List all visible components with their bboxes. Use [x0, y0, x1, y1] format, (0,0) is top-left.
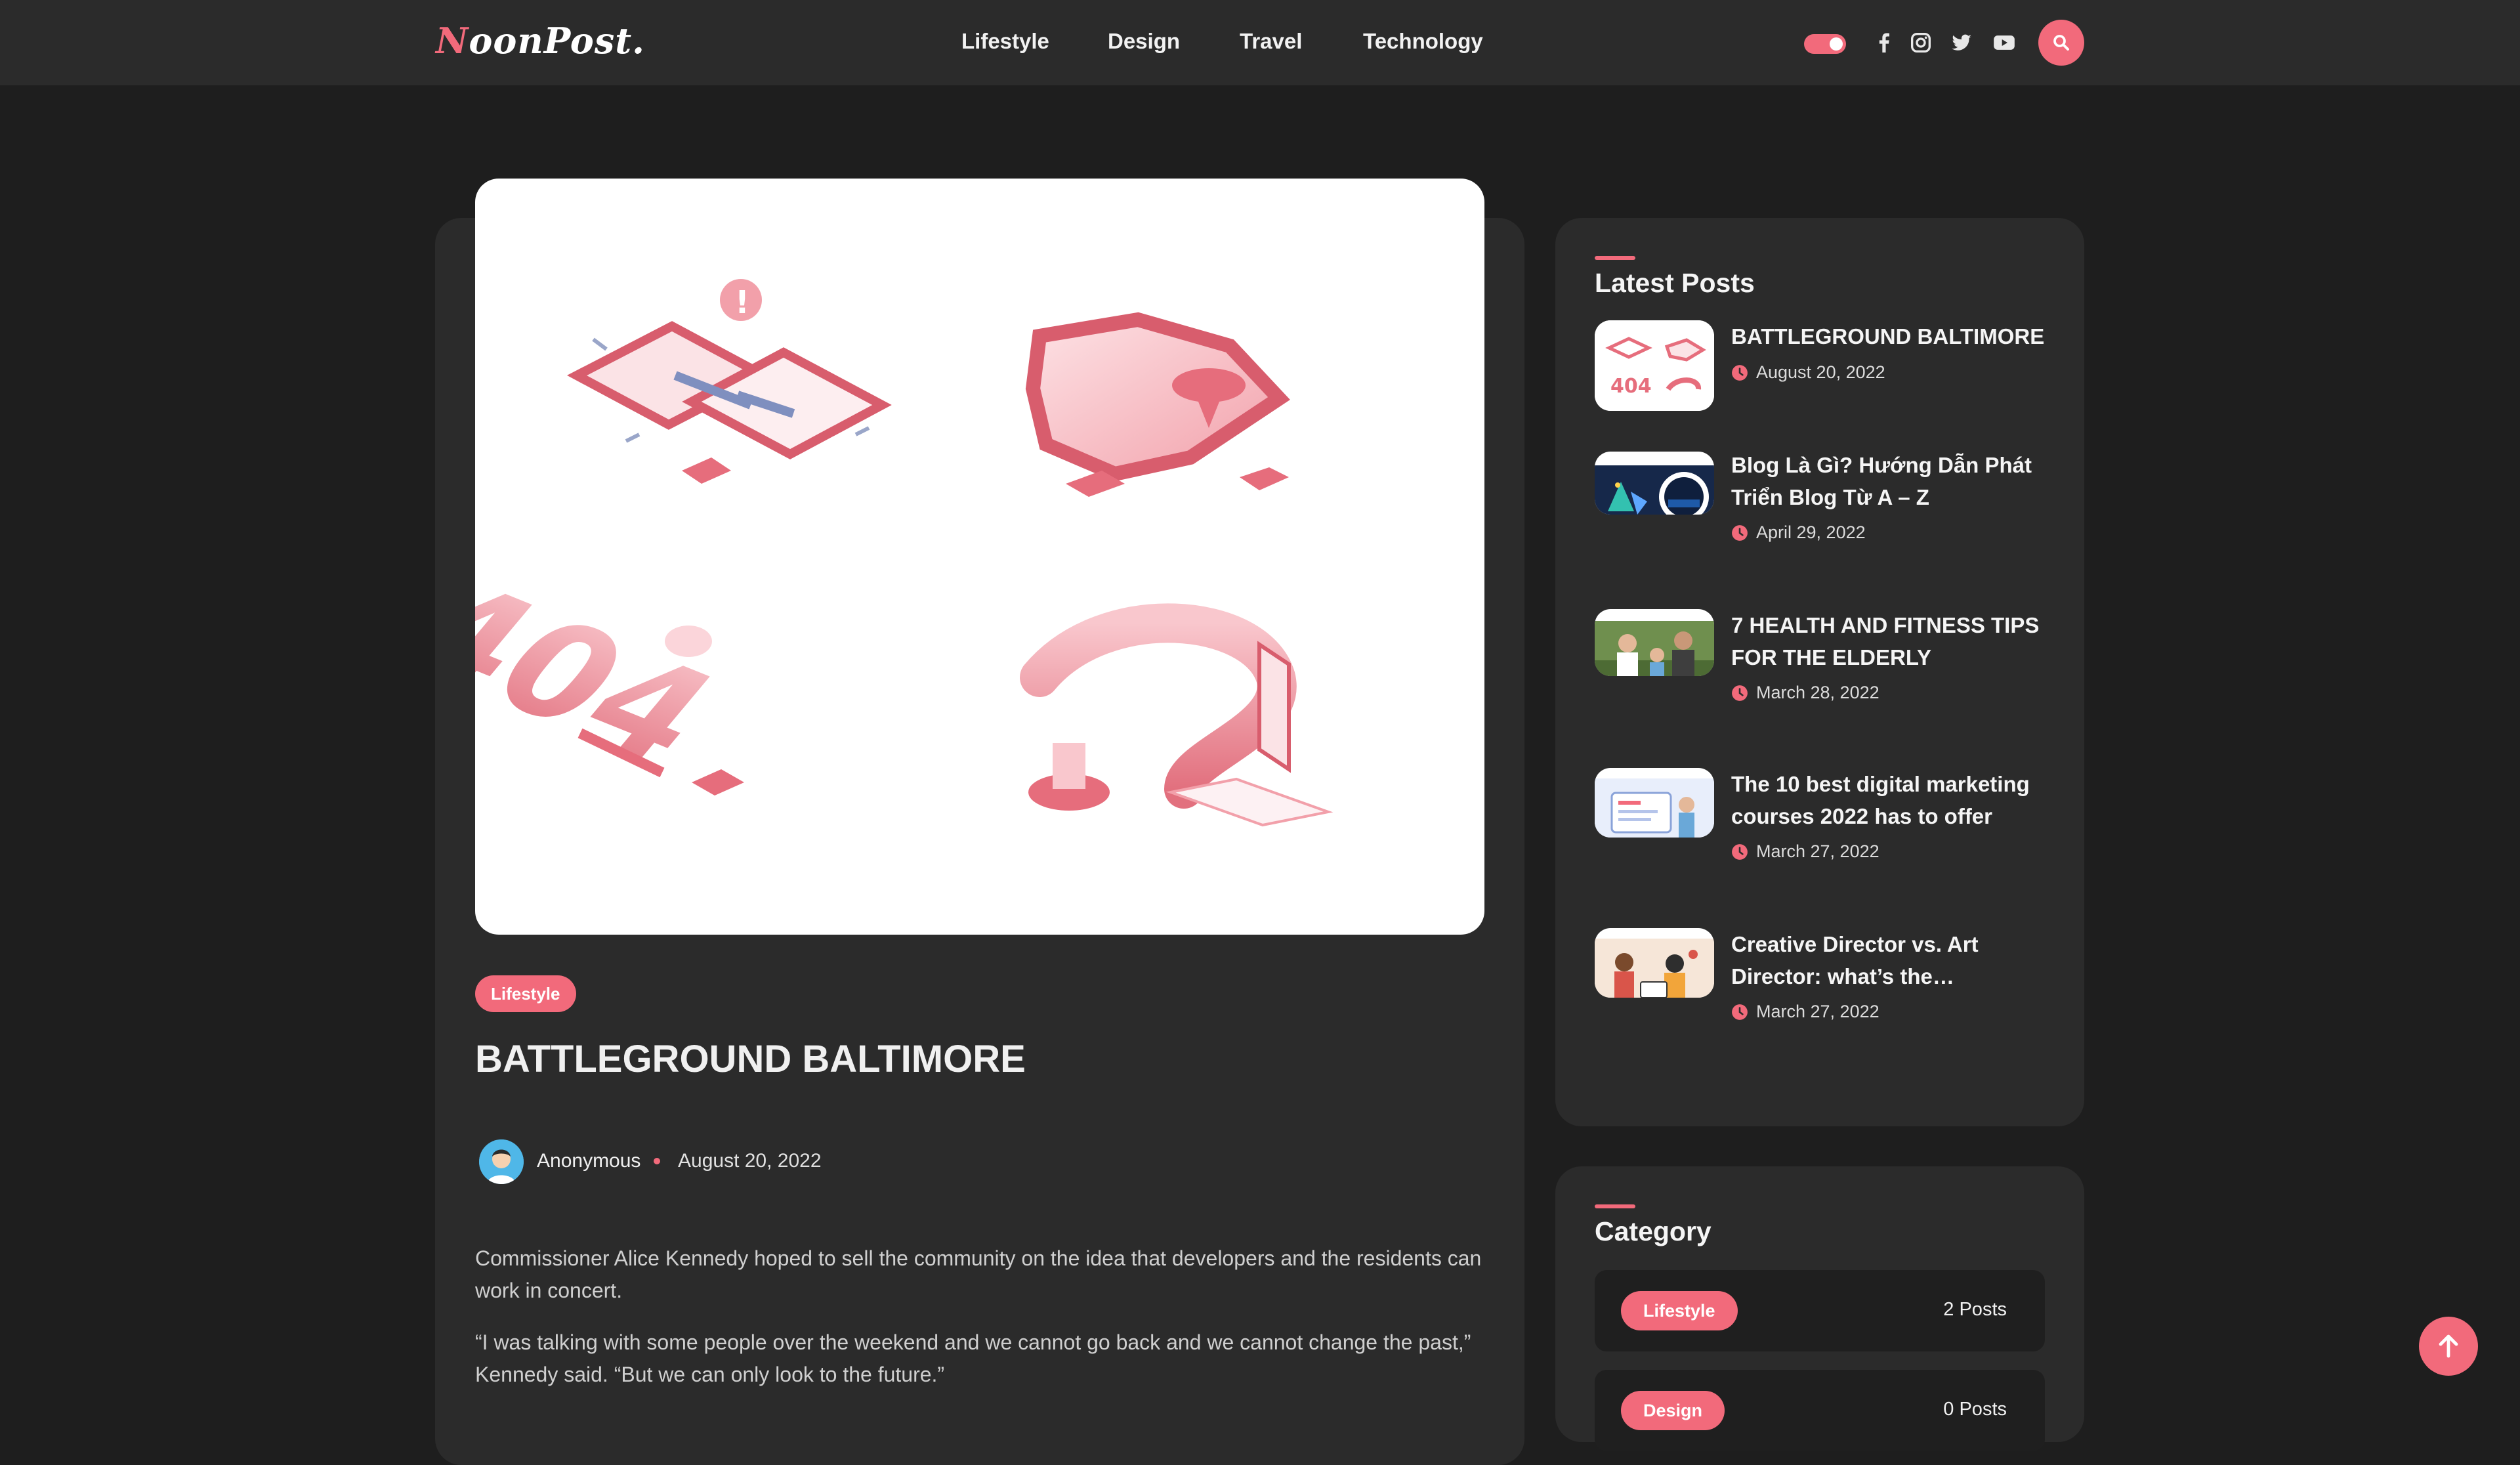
latest-post-date: March 27, 2022	[1731, 841, 1880, 862]
post-thumbnail[interactable]	[1595, 928, 1714, 998]
author-name[interactable]: Anonymous	[537, 1150, 640, 1172]
latest-post-item[interactable]: 7 HEALTH AND FITNESS TIPS FOR THE ELDERL…	[1595, 609, 2054, 714]
latest-post-item[interactable]: 404 BATTLEGROUND BALTIMORE August 20, 20…	[1595, 320, 2054, 425]
clock-icon	[1731, 685, 1748, 702]
category-pill[interactable]: Lifestyle	[1621, 1291, 1738, 1330]
twitter-icon[interactable]	[1948, 30, 1975, 56]
nav-item-lifestyle[interactable]: Lifestyle	[961, 29, 1049, 54]
post-paragraph: “I was talking with some people over the…	[475, 1330, 1471, 1386]
logo-rest: oonPost.	[469, 20, 645, 62]
date-text: March 27, 2022	[1756, 841, 1880, 861]
post-thumbnail[interactable]	[1595, 452, 1714, 515]
svg-text:404: 404	[1610, 375, 1652, 398]
author-avatar[interactable]	[479, 1139, 524, 1184]
top-navbar: NoonPost. Lifestyle Design Travel Techno…	[0, 0, 2520, 85]
latest-post-item[interactable]: Creative Director vs. Art Director: what…	[1595, 928, 2054, 1033]
widget-title: Latest Posts	[1595, 268, 1755, 298]
instagram-icon[interactable]	[1908, 30, 1934, 56]
nav-item-technology[interactable]: Technology	[1363, 29, 1483, 54]
post-thumbnail[interactable]	[1595, 768, 1714, 838]
arrow-up-icon	[2439, 1334, 2458, 1358]
date-text: March 27, 2022	[1756, 1002, 1880, 1021]
category-post-count: 2 Posts	[1943, 1299, 2007, 1320]
clock-icon	[1731, 843, 1748, 860]
post-thumbnail[interactable]	[1595, 609, 1714, 676]
digital-marketing-thumbnail	[1595, 778, 1714, 838]
scroll-to-top-button[interactable]	[2419, 1317, 2478, 1376]
site-logo[interactable]: NoonPost.	[436, 20, 645, 62]
post-paragraph: Commissioner Alice Kennedy hoped to sell…	[475, 1246, 1482, 1302]
toggle-knob	[1830, 37, 1843, 51]
svg-text:404: 404	[475, 555, 747, 792]
error-404-thumbnail: 404	[1595, 320, 1714, 411]
shield-keyhole-graphic	[1025, 312, 1290, 497]
latest-post-date: April 29, 2022	[1731, 522, 1866, 543]
latest-post-date: March 27, 2022	[1731, 1002, 1880, 1022]
latest-posts-widget: Latest Posts 404 BATTLEGROUND BALTIMORE …	[1555, 218, 2084, 1126]
search-icon	[2053, 35, 2069, 51]
latest-post-item[interactable]: Blog Là Gì? Hướng Dẫn Phát Triển Blog Từ…	[1595, 449, 2054, 554]
latest-post-item[interactable]: The 10 best digital marketing courses 20…	[1595, 768, 2054, 873]
clock-icon	[1731, 364, 1748, 381]
post-category-badge[interactable]: Lifestyle	[475, 975, 576, 1012]
post-hero-image: ! 404	[475, 179, 1484, 935]
post-thumbnail[interactable]: 404	[1595, 320, 1714, 411]
broken-link-graphic: !	[566, 279, 892, 484]
nav-item-design[interactable]: Design	[1108, 29, 1180, 54]
category-row-design[interactable]: Design 0 Posts	[1595, 1370, 2045, 1451]
logo-initial: N	[436, 20, 469, 62]
widget-title-accent	[1595, 1204, 1635, 1208]
clock-icon	[1731, 1004, 1748, 1021]
clock-icon	[1731, 524, 1748, 541]
creative-team-thumbnail	[1595, 939, 1714, 998]
category-post-count: 0 Posts	[1943, 1399, 2007, 1420]
404-text-graphic: 404	[475, 555, 747, 796]
date-text: April 29, 2022	[1756, 522, 1866, 542]
svg-text:!: !	[735, 284, 749, 321]
widget-title-accent	[1595, 256, 1635, 260]
latest-post-date: August 20, 2022	[1731, 362, 1885, 383]
blog-thumbnail	[1595, 465, 1714, 515]
latest-post-title[interactable]: The 10 best digital marketing courses 20…	[1731, 768, 2053, 832]
latest-post-title[interactable]: 7 HEALTH AND FITNESS TIPS FOR THE ELDERL…	[1731, 609, 2053, 673]
category-widget: Category Lifestyle 2 Posts Design 0 Post…	[1555, 1166, 2084, 1451]
widget-title: Category	[1595, 1216, 1712, 1246]
latest-post-title[interactable]: Creative Director vs. Art Director: what…	[1731, 928, 2053, 992]
search-button[interactable]	[2038, 20, 2084, 66]
meta-separator-dot	[654, 1158, 660, 1164]
facebook-icon[interactable]	[1871, 30, 1897, 56]
youtube-icon[interactable]	[1991, 30, 2017, 56]
date-text: March 28, 2022	[1756, 683, 1880, 702]
latest-post-title[interactable]: Blog Là Gì? Hướng Dẫn Phát Triển Blog Từ…	[1731, 449, 2053, 513]
latest-post-title[interactable]: BATTLEGROUND BALTIMORE	[1731, 320, 2053, 352]
theme-toggle[interactable]	[1804, 34, 1846, 54]
person-avatar-icon	[479, 1139, 524, 1184]
latest-post-date: March 28, 2022	[1731, 683, 1880, 703]
category-pill[interactable]: Design	[1621, 1391, 1725, 1430]
date-text: August 20, 2022	[1756, 362, 1885, 382]
category-row-lifestyle[interactable]: Lifestyle 2 Posts	[1595, 1270, 2045, 1351]
fitness-photo-thumbnail	[1595, 621, 1714, 676]
error-404-illustration: ! 404	[475, 279, 1334, 827]
post-title: BATTLEGROUND BALTIMORE	[475, 1038, 1026, 1080]
nav-item-travel[interactable]: Travel	[1240, 29, 1302, 54]
question-mark-graphic	[1020, 603, 1334, 827]
post-date: August 20, 2022	[678, 1150, 822, 1172]
